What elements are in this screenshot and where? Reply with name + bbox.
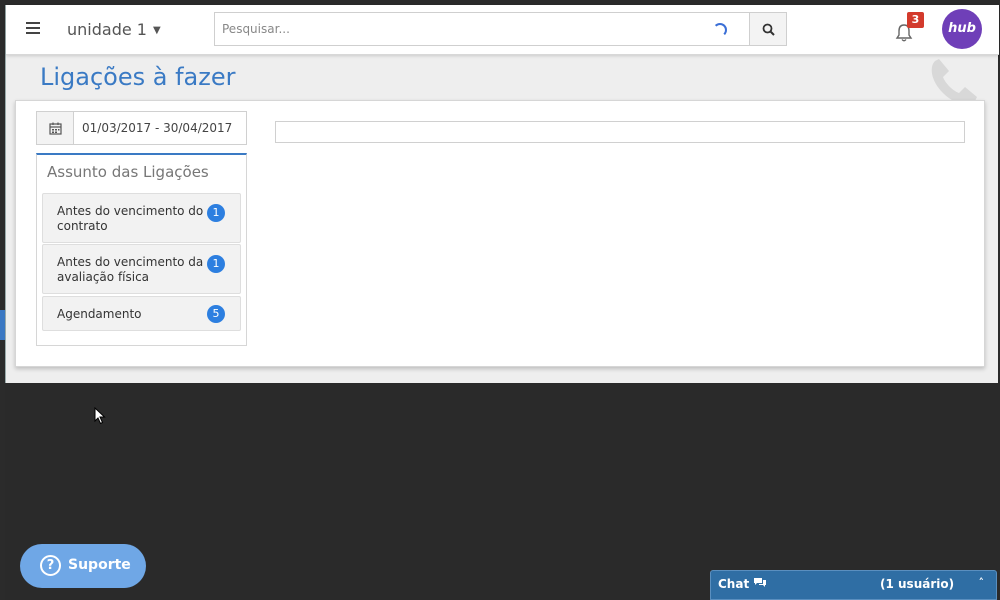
subjects-list: Assunto das Ligações Antes do vencimento… — [36, 153, 247, 346]
loading-spinner-icon — [713, 23, 727, 37]
question-icon: ? — [40, 555, 61, 576]
list-item[interactable]: Antes do vencimento da avaliação física 1 — [42, 244, 241, 294]
count-badge: 1 — [207, 204, 225, 222]
list-item-label: Agendamento — [57, 307, 142, 321]
subjects-title: Assunto das Ligações — [47, 163, 209, 181]
calls-panel: 01/03/2017 - 30/04/2017 Assunto das Liga… — [15, 100, 985, 367]
chat-title: Chat — [718, 577, 767, 591]
chat-users: (1 usuário) — [880, 577, 955, 591]
app-window: unidade 1 ▼ 3 hub Ligações à fazer 01/03/… — [5, 5, 999, 383]
list-item-label: Antes do vencimento da avaliação física — [57, 255, 204, 284]
chat-bar[interactable]: Chat (1 usuário) ˄ — [710, 570, 997, 600]
support-button[interactable]: ? Suporte — [20, 544, 146, 588]
calendar-button[interactable] — [37, 112, 74, 144]
chat-bubble-icon — [754, 578, 767, 587]
list-item-label: Antes do vencimento do contrato — [57, 204, 204, 233]
date-range-picker[interactable]: 01/03/2017 - 30/04/2017 — [36, 111, 247, 145]
search-icon — [762, 23, 775, 36]
caret-down-icon: ▼ — [152, 25, 161, 36]
date-range-value: 01/03/2017 - 30/04/2017 — [82, 121, 233, 135]
list-item[interactable]: Antes do vencimento do contrato 1 — [42, 193, 241, 243]
count-badge: 1 — [207, 255, 225, 273]
menu-icon[interactable] — [26, 22, 40, 34]
support-label: Suporte — [68, 557, 131, 573]
unit-selector[interactable]: unidade 1 ▼ — [67, 20, 161, 39]
chevron-up-icon[interactable]: ˄ — [979, 576, 985, 589]
search-bar — [214, 12, 787, 46]
top-bar: unidade 1 ▼ 3 hub — [6, 5, 999, 55]
mouse-pointer-icon — [94, 407, 106, 425]
calls-content-area — [275, 121, 965, 143]
search-button[interactable] — [749, 13, 786, 45]
count-badge: 5 — [207, 305, 225, 323]
unit-label: unidade 1 — [67, 20, 147, 39]
avatar[interactable]: hub — [942, 9, 982, 49]
search-input[interactable] — [215, 13, 749, 45]
page-title: Ligações à fazer — [40, 63, 236, 91]
list-item[interactable]: Agendamento 5 — [42, 296, 241, 331]
notification-badge: 3 — [907, 12, 924, 28]
calendar-icon — [48, 122, 62, 135]
